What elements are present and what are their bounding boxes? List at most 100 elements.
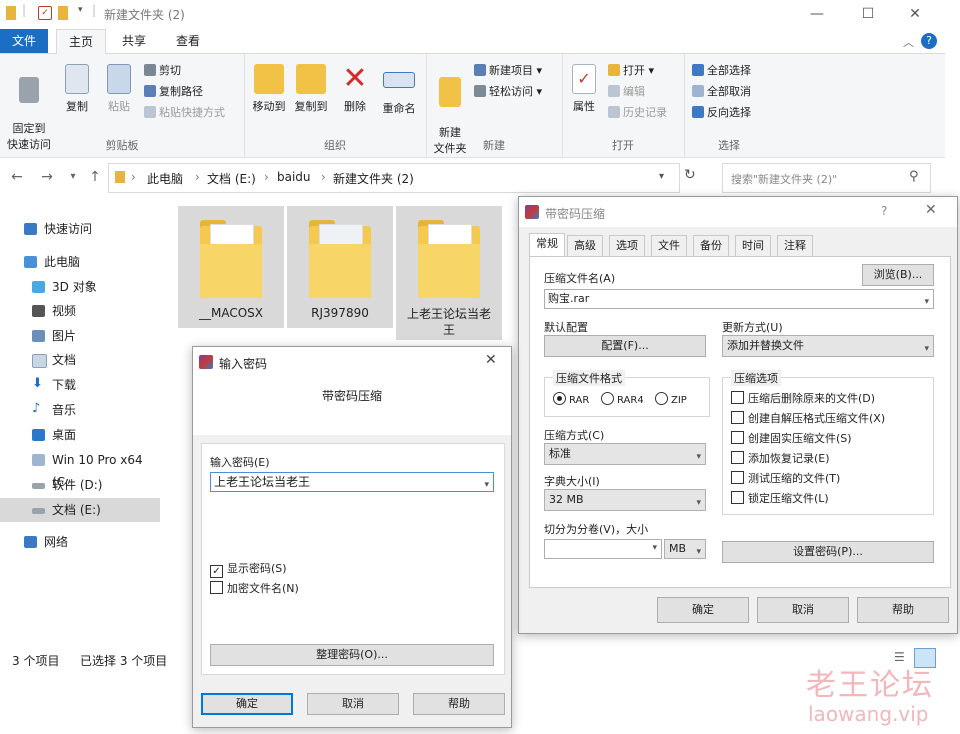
encrypt-file-names-checkbox[interactable]: 加密文件名(N) xyxy=(210,580,299,596)
file-tile[interactable]: RJ397890 xyxy=(287,206,393,328)
breadcrumb-drive-e[interactable]: 文档 (E:) xyxy=(207,170,256,187)
invert-selection-button[interactable]: 反向选择 xyxy=(692,104,751,120)
dialog-close-icon[interactable]: ✕ xyxy=(485,352,497,368)
paste-button[interactable]: 粘贴 xyxy=(102,64,136,114)
update-mode-select[interactable]: 添加并替换文件 ▾ xyxy=(722,335,934,357)
format-rar4-radio[interactable]: RAR4 xyxy=(601,392,644,406)
tab-files[interactable]: 文件 xyxy=(651,235,687,256)
properties-qat-icon[interactable]: ✓ xyxy=(38,6,52,20)
tab-view[interactable]: 查看 xyxy=(164,29,212,53)
breadcrumb-baidu[interactable]: baidu xyxy=(277,170,311,184)
breadcrumb-this-pc[interactable]: 此电脑 xyxy=(147,170,183,187)
tab-home[interactable]: 主页 xyxy=(56,29,107,54)
delete-button[interactable]: ✕ 删除 xyxy=(338,64,372,114)
move-to-button[interactable]: 移动到 xyxy=(248,64,290,114)
split-unit-select[interactable]: MB ▾ xyxy=(664,539,706,559)
sidebar-item-drive-c[interactable]: Win 10 Pro x64 (C: xyxy=(0,449,160,489)
breadcrumb-current-folder[interactable]: 新建文件夹 (2) xyxy=(333,170,414,187)
easy-access-button[interactable]: 轻松访问 ▾ xyxy=(474,83,542,99)
sidebar-item-drive-e[interactable]: 文档 (E:) xyxy=(0,498,160,522)
open-button[interactable]: 打开 ▾ xyxy=(608,62,654,78)
sidebar-item-3d-objects[interactable]: 3D 对象 xyxy=(0,276,160,298)
default-profile-label: 默认配置 xyxy=(544,321,588,334)
new-folder-qat-icon[interactable] xyxy=(58,6,68,20)
sidebar-item-videos[interactable]: 视频 xyxy=(0,300,160,322)
tab-comment[interactable]: 注释 xyxy=(777,235,813,256)
qat-dropdown-icon[interactable]: ▾ xyxy=(78,5,83,15)
collapse-ribbon-icon[interactable]: ︿ xyxy=(903,34,914,50)
dialog-close-icon[interactable]: ✕ xyxy=(925,202,937,218)
cut-button[interactable]: 剪切 xyxy=(144,62,181,78)
option-sfx-checkbox[interactable]: 创建自解压格式压缩文件(X) xyxy=(731,410,885,426)
archive-cancel-button[interactable]: 取消 xyxy=(757,597,849,623)
tab-options[interactable]: 选项 xyxy=(609,235,645,256)
format-rar-radio[interactable]: RAR xyxy=(553,392,589,406)
select-group-label: 选择 xyxy=(718,139,740,152)
minimize-button[interactable]: — xyxy=(804,4,830,24)
password-input[interactable]: 上老王论坛当老王 ▾ xyxy=(210,472,494,492)
format-zip-radio[interactable]: ZIP xyxy=(655,392,687,406)
set-password-button[interactable]: 设置密码(P)... xyxy=(722,541,934,563)
tab-file[interactable]: 文件 xyxy=(0,29,49,53)
tab-backup[interactable]: 备份 xyxy=(693,235,729,256)
sidebar-item-documents[interactable]: 文档 xyxy=(0,349,160,371)
sidebar-item-network[interactable]: 网络 xyxy=(0,531,160,553)
option-solid-checkbox[interactable]: 创建固实压缩文件(S) xyxy=(731,430,852,446)
maximize-button[interactable]: ☐ xyxy=(855,4,881,24)
back-arrow-icon[interactable]: ← xyxy=(8,168,26,186)
organize-passwords-button[interactable]: 整理密码(O)... xyxy=(210,644,494,666)
refresh-icon[interactable]: ↻ xyxy=(684,167,696,183)
archive-name-input[interactable]: 购宝.rar ▾ xyxy=(544,289,934,309)
file-tile[interactable]: 上老王论坛当老 王 xyxy=(396,206,502,340)
tab-general[interactable]: 常规 xyxy=(529,233,565,256)
sidebar-item-drive-d[interactable]: 软件 (D:) xyxy=(0,474,160,496)
compression-method-select[interactable]: 标准 ▾ xyxy=(544,443,706,465)
option-delete-after-checkbox[interactable]: 压缩后删除原来的文件(D) xyxy=(731,390,875,406)
copy-button[interactable]: 复制 xyxy=(60,64,94,114)
password-ok-button[interactable]: 确定 xyxy=(201,693,293,715)
help-question-icon[interactable]: ? xyxy=(881,204,887,218)
archive-format-group: 压缩文件格式 RAR RAR4 ZIP xyxy=(544,370,710,417)
recent-locations-icon[interactable]: ▾ xyxy=(64,168,82,186)
sidebar-item-music[interactable]: ♪ 音乐 xyxy=(0,399,160,421)
address-dropdown-icon[interactable]: ▾ xyxy=(659,171,664,182)
history-button[interactable]: 历史记录 xyxy=(608,104,667,120)
rename-button[interactable]: 重命名 xyxy=(376,64,422,116)
tab-share[interactable]: 共享 xyxy=(110,29,158,53)
address-bar[interactable]: › 此电脑 › 文档 (E:) › baidu › 新建文件夹 (2) ▾ xyxy=(108,163,680,193)
copy-path-button[interactable]: 复制路径 xyxy=(144,83,203,99)
properties-button[interactable]: ✓ 属性 xyxy=(566,64,602,114)
up-arrow-icon[interactable]: ↑ xyxy=(86,168,104,186)
paste-shortcut-button[interactable]: 粘贴快捷方式 xyxy=(144,104,225,120)
option-recovery-checkbox[interactable]: 添加恢复记录(E) xyxy=(731,450,830,466)
edit-button[interactable]: 编辑 xyxy=(608,83,645,99)
archive-help-button[interactable]: 帮助 xyxy=(857,597,949,623)
help-icon[interactable]: ? xyxy=(921,33,937,49)
dictionary-size-select[interactable]: 32 MB ▾ xyxy=(544,489,706,511)
copy-to-button[interactable]: 复制到 xyxy=(290,64,332,114)
search-input[interactable]: 搜索"新建文件夹 (2)" ⚲ xyxy=(722,163,931,193)
option-test-checkbox[interactable]: 测试压缩的文件(T) xyxy=(731,470,840,486)
paste-shortcut-icon xyxy=(144,106,156,118)
sidebar-item-desktop[interactable]: 桌面 xyxy=(0,424,160,446)
select-all-button[interactable]: 全部选择 xyxy=(692,62,751,78)
sidebar-item-pictures[interactable]: 图片 xyxy=(0,325,160,347)
sidebar-item-downloads[interactable]: ⬇ 下载 xyxy=(0,374,160,396)
profiles-button[interactable]: 配置(F)... xyxy=(544,335,706,357)
tab-advanced[interactable]: 高级 xyxy=(567,235,603,256)
password-help-button[interactable]: 帮助 xyxy=(413,693,505,715)
file-tile[interactable]: __MACOSX xyxy=(178,206,284,328)
option-lock-checkbox[interactable]: 锁定压缩文件(L) xyxy=(731,490,829,506)
browse-button[interactable]: 浏览(B)... xyxy=(862,264,934,286)
tab-time[interactable]: 时间 xyxy=(735,235,771,256)
sidebar-item-quick-access[interactable]: 快速访问 xyxy=(0,218,160,240)
archive-ok-button[interactable]: 确定 xyxy=(657,597,749,623)
new-item-button[interactable]: 新建项目 ▾ xyxy=(474,62,542,78)
close-button[interactable]: ✕ xyxy=(902,4,928,24)
select-none-button[interactable]: 全部取消 xyxy=(692,83,751,99)
password-cancel-button[interactable]: 取消 xyxy=(307,693,399,715)
forward-arrow-icon[interactable]: → xyxy=(38,168,56,186)
show-password-checkbox[interactable]: ✓ 显示密码(S) xyxy=(210,560,287,578)
split-size-input[interactable]: ▾ xyxy=(544,539,662,559)
sidebar-item-this-pc[interactable]: 此电脑 xyxy=(0,251,160,273)
